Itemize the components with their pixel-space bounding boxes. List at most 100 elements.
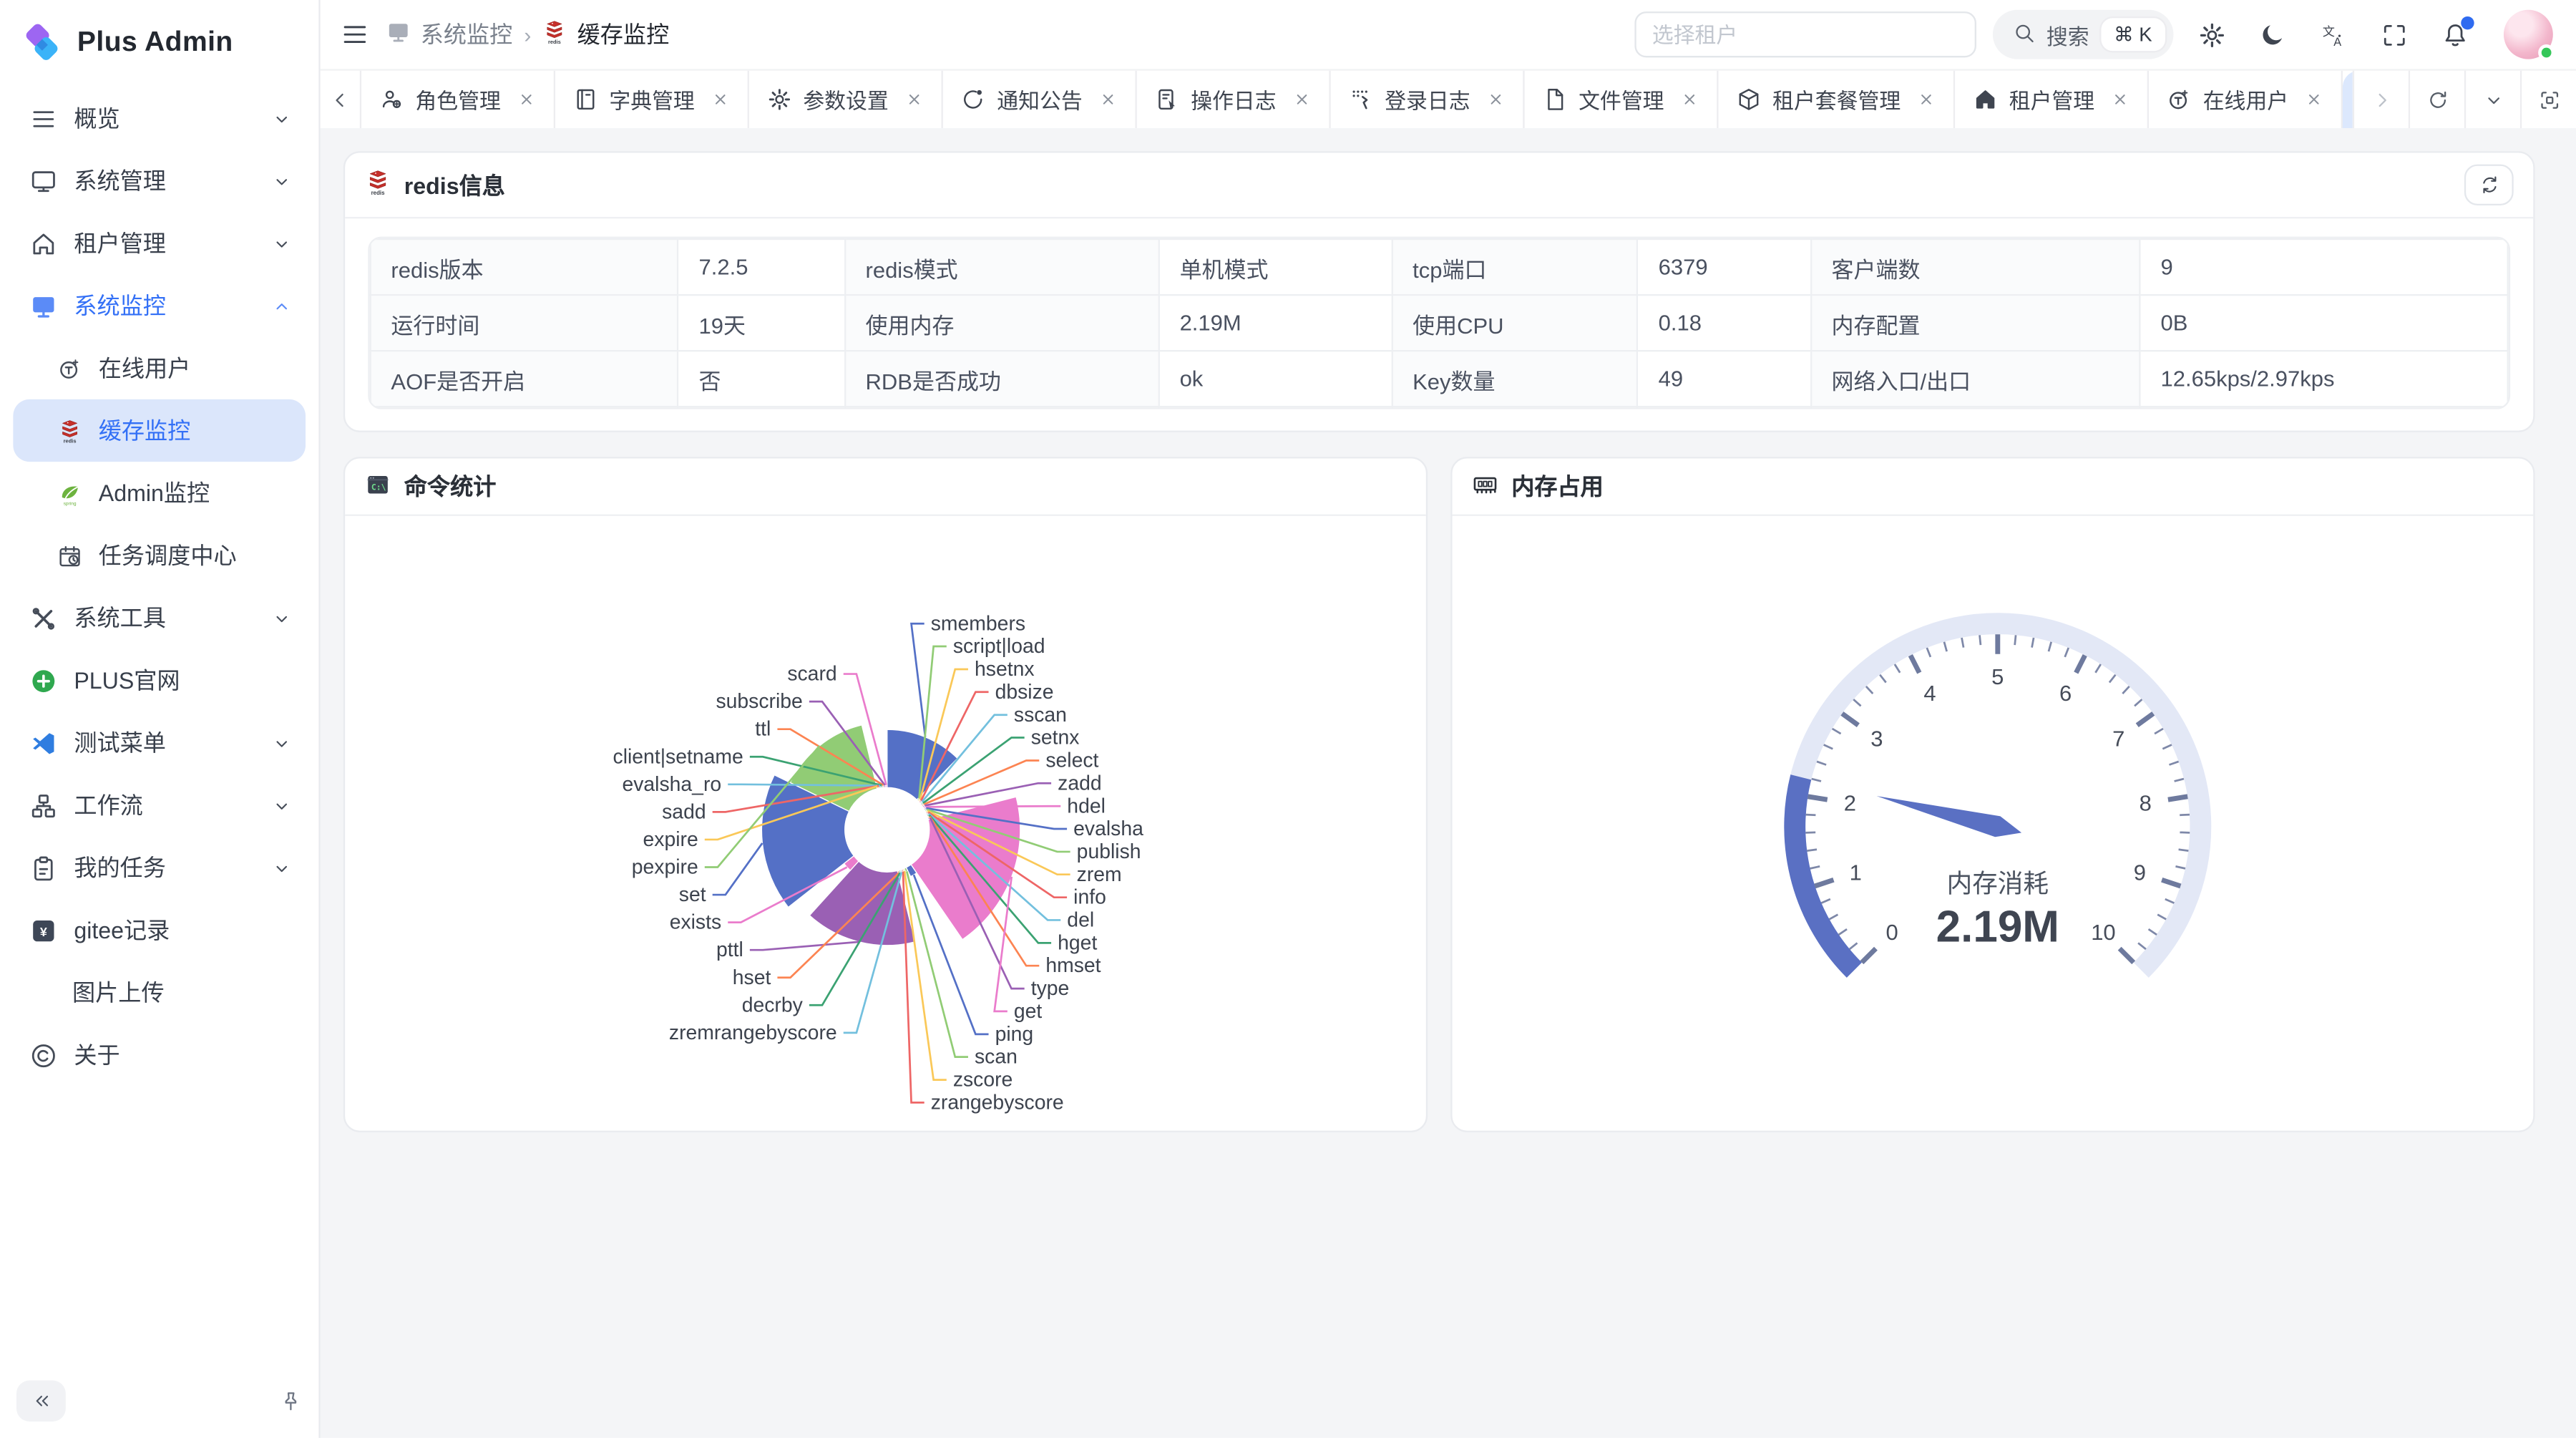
sidebar-item[interactable]: 系统管理 [13,150,306,212]
app-window: Plus Admin 概览系统管理租户管理系统监控在线用户redis缓存监控sp… [0,0,2576,1438]
breadcrumb-item-system-monitor[interactable]: 系统监控 [386,18,513,51]
tab[interactable]: 文件管理 [1524,71,1718,128]
breadcrumb-item-cache-monitor[interactable]: redis 缓存监控 [542,18,669,51]
sidebar-item[interactable]: 租户管理 [13,212,306,274]
breadcrumb-separator: › [524,22,531,47]
redis-icon: redis [365,169,391,195]
notifications-button[interactable] [2441,21,2469,49]
info-label: redis版本 [371,239,678,295]
global-search-button[interactable]: 搜索 ⌘ K [1992,10,2173,59]
sidebar-item-label: 租户管理 [74,227,166,260]
memory-gauge-chart[interactable]: 012345678910内存消耗2.19M [1453,516,2534,1131]
close-icon[interactable] [2111,90,2129,108]
rose-label-scan: scan [975,1046,1018,1069]
sidebar-item[interactable]: 系统监控 [13,274,306,336]
breadcrumb-label: 系统监控 [421,18,513,51]
tab[interactable]: 通知公告 [943,71,1137,128]
rose-label-type: type [1031,977,1070,1000]
close-icon[interactable] [711,90,729,108]
info-value: 单机模式 [1159,239,1392,295]
tab[interactable]: 租户管理 [1955,71,2149,128]
sidebar-item[interactable]: 系统工具 [13,587,306,649]
sidebar-item[interactable]: springAdmin监控 [13,462,306,524]
rose-slice-scard[interactable] [886,785,887,788]
sidebar-pin-button[interactable] [279,1389,302,1412]
rose-label-evalsha: evalsha [1073,817,1143,840]
redis-icon: redis [365,169,391,200]
sidebar-item[interactable]: PLUS官网 [13,649,306,711]
sidebar-item[interactable]: 测试菜单 [13,711,306,774]
sidebar-item[interactable]: 我的任务 [13,837,306,899]
tabs-scroll-right-button[interactable] [2353,71,2409,128]
close-icon[interactable] [905,90,923,108]
refresh-button[interactable] [2464,165,2514,205]
app-logo[interactable]: Plus Admin [13,13,306,87]
gauge-needle [1877,796,2021,837]
sidebar-item[interactable]: 关于 [13,1024,306,1086]
chevron-down-icon [271,857,293,878]
close-icon[interactable] [1681,90,1699,108]
sidebar: Plus Admin 概览系统管理租户管理系统监控在线用户redis缓存监控sp… [0,0,321,1438]
gauge-tick-label: 10 [2091,920,2115,945]
close-icon[interactable] [1487,90,1505,108]
gitee-icon: ¥ [29,916,57,944]
settings-button[interactable] [2198,21,2226,49]
tab[interactable]: 登录日志 [1330,71,1524,128]
chevron-down-icon [271,170,293,192]
sidebar-item[interactable]: ¥gitee记录 [13,899,306,961]
sidebar-item[interactable]: 工作流 [13,774,306,836]
monitor-icon [29,167,57,195]
info-value: 2.19M [1159,295,1392,351]
sidebar-item[interactable]: 在线用户 [13,337,306,399]
tab-refresh-button[interactable] [2409,71,2464,128]
info-label: 网络入口/出口 [1811,351,2140,407]
tab[interactable]: 参数设置 [749,71,943,128]
rose-label-hmset: hmset [1045,954,1101,977]
rose-leader-line [728,784,880,786]
gauge-tick-label: 1 [1850,860,1862,885]
sidebar-collapse-button[interactable] [16,1381,66,1422]
content-maximize-button[interactable] [2520,71,2576,128]
tabs-more-button[interactable] [2464,71,2520,128]
sidebar-item[interactable]: 概览 [13,87,306,150]
tabs-scroll-left-button[interactable] [321,71,361,128]
gear-icon [2198,21,2226,49]
tab[interactable]: redis缓存监控 [2343,71,2353,128]
breadcrumb: 系统监控 › redis 缓存监控 [386,18,670,51]
info-label: RDB是否成功 [845,351,1159,407]
tab[interactable]: 角色管理 [361,71,555,128]
user-avatar[interactable] [2504,10,2553,59]
rose-label-pexpire: pexpire [632,856,698,879]
tenant-select-input[interactable] [1634,11,1976,57]
language-button[interactable]: 文A [2320,21,2348,49]
menu-toggle-button[interactable] [340,20,369,49]
rose-label-zscore: zscore [953,1069,1013,1092]
rose-label-exists: exists [670,911,721,934]
close-icon[interactable] [1293,90,1311,108]
redis-icon: redis [57,418,82,442]
close-icon[interactable] [1099,90,1117,108]
rose-label-zrangebyscore: zrangebyscore [931,1091,1064,1114]
tab[interactable]: 租户套餐管理 [1718,71,1955,128]
package-icon [1737,87,1761,112]
close-icon[interactable] [517,90,535,108]
sidebar-item[interactable]: redis缓存监控 [13,399,306,462]
dark-mode-button[interactable] [2259,21,2287,49]
calendar-clock-icon [57,543,82,568]
online-icon [57,356,82,380]
tab[interactable]: 在线用户 [2149,71,2343,128]
sidebar-item[interactable]: 图片上传 [13,961,306,1024]
command-stats-chart[interactable]: smembersscript|loadhsetnxdbsizesscansetn… [345,516,1426,1131]
tab[interactable]: 操作日志 [1136,71,1330,128]
fullscreen-button[interactable] [2381,21,2409,49]
gauge-tick-label: 5 [1991,664,2004,689]
role-icon [379,87,404,112]
close-icon[interactable] [2305,90,2323,108]
tab[interactable]: 字典管理 [555,71,749,128]
info-value: ok [1159,351,1392,407]
info-value: 6379 [1638,239,1811,295]
menu-icon [340,20,369,49]
close-icon[interactable] [1917,90,1935,108]
sidebar-item-label: 测试菜单 [74,727,166,759]
sidebar-item[interactable]: 任务调度中心 [13,524,306,586]
